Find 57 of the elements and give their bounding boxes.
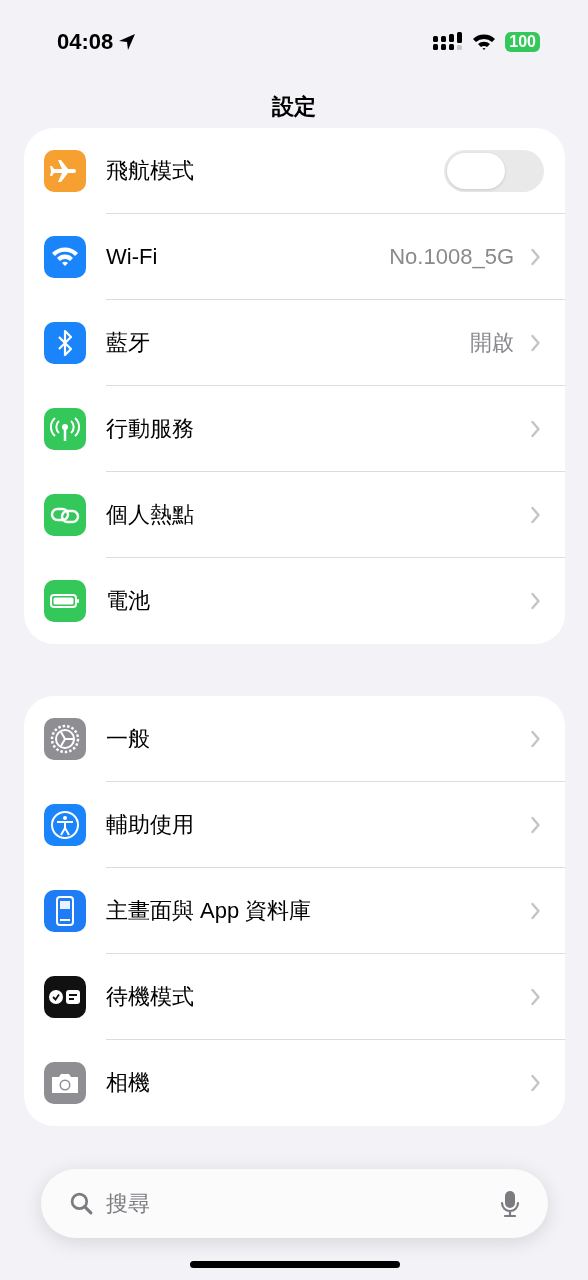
setting-label: 主畫面與 App 資料庫: [106, 896, 313, 925]
battery-indicator: 100: [505, 32, 540, 52]
chevron-icon: [530, 247, 541, 266]
wifi-icon: [472, 33, 497, 51]
chevron-icon: [530, 333, 541, 352]
settings-row[interactable]: 飛航模式: [24, 128, 565, 214]
chevron-icon: [530, 815, 541, 834]
page-title: 設定: [271, 93, 317, 121]
status-time: 04:08: [57, 29, 114, 55]
search-bar[interactable]: 搜尋: [41, 1169, 548, 1238]
wifi-icon: [44, 236, 86, 278]
bluetooth-icon: [44, 322, 86, 364]
phone-grid-icon: [44, 890, 86, 932]
settings-row[interactable]: 藍牙 開啟: [24, 300, 565, 386]
settings-row[interactable]: 行動服務: [24, 386, 565, 472]
chevron-icon: [530, 592, 541, 610]
search-icon: [69, 1191, 94, 1216]
settings-row[interactable]: 個人熱點: [24, 472, 565, 558]
settings-row[interactable]: 相機: [24, 1040, 565, 1126]
settings-row[interactable]: 主畫面與 App 資料庫: [24, 868, 565, 954]
setting-label: 個人熱點: [106, 500, 195, 529]
home-indicator[interactable]: [190, 1261, 400, 1268]
chevron-icon: [530, 505, 541, 524]
chevron-icon: [530, 987, 541, 1006]
setting-label: 電池: [106, 587, 151, 615]
setting-label: 行動服務: [106, 414, 195, 443]
setting-label: 藍牙: [106, 328, 151, 357]
chevron-icon: [530, 901, 541, 920]
settings-row[interactable]: 一般: [24, 696, 565, 782]
antenna-icon: [44, 408, 86, 450]
chevron-icon: [530, 729, 541, 748]
setting-label: 相機: [106, 1069, 151, 1097]
setting-label: 待機模式: [106, 982, 195, 1011]
chevron-icon: [530, 419, 541, 438]
settings-row[interactable]: 電池: [24, 558, 565, 644]
settings-row[interactable]: Wi-Fi No.1008_5G: [24, 214, 565, 300]
airplane-icon: [44, 150, 86, 192]
chevron-icon: [530, 1074, 541, 1092]
person-icon: [44, 804, 86, 846]
location-arrow-icon: [117, 32, 138, 52]
setting-label: 飛航模式: [106, 156, 195, 185]
search-field[interactable]: 搜尋: [104, 1189, 490, 1218]
setting-label: Wi-Fi: [106, 243, 159, 270]
settings-row[interactable]: 待機模式: [24, 954, 565, 1040]
clock-card-icon: [44, 976, 86, 1018]
setting-label: 輔助使用: [106, 810, 195, 839]
chain-link-icon: [44, 494, 86, 536]
setting-label: 一般: [106, 724, 151, 753]
settings-icon: [44, 718, 86, 760]
battery-icon: [44, 580, 86, 622]
setting-value: No.1008_5G: [389, 243, 514, 270]
signal-icon: [433, 32, 464, 52]
camera-icon: [44, 1062, 86, 1104]
microphone-icon[interactable]: [500, 1189, 520, 1218]
settings-row[interactable]: 輔助使用: [24, 782, 565, 868]
toggle-switch[interactable]: [444, 149, 544, 192]
setting-value: 開啟: [470, 328, 514, 357]
